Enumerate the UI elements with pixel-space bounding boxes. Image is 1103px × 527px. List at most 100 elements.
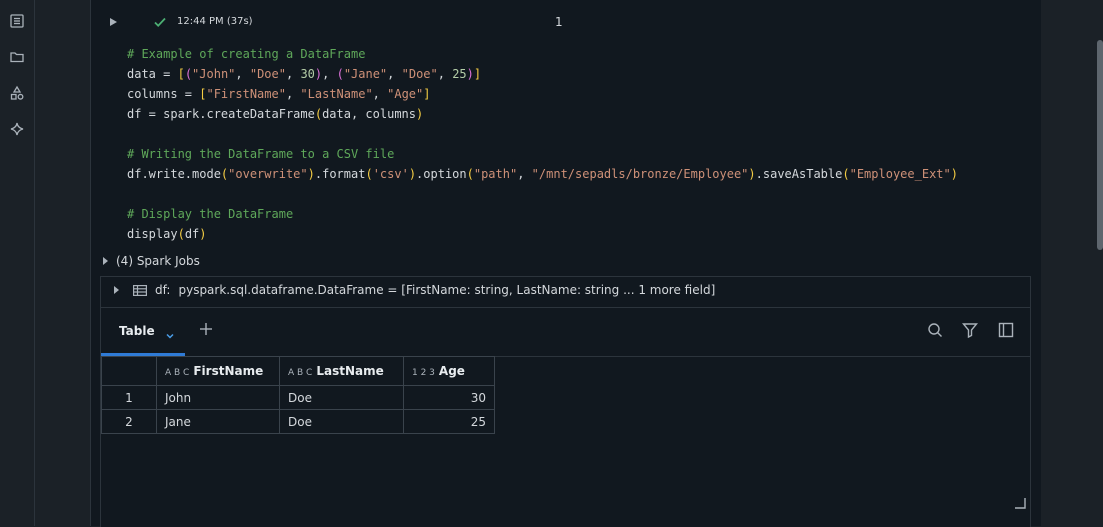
code-token: ) <box>416 107 424 121</box>
table-of-contents-icon[interactable] <box>6 10 28 32</box>
cell-gutter <box>35 0 90 526</box>
table-icon <box>133 284 148 296</box>
code-token: data, columns <box>322 107 416 121</box>
code-token: ( <box>314 107 323 121</box>
code-line[interactable] <box>127 184 958 204</box>
code-token: ( <box>466 167 474 181</box>
table-header-row: A B C FirstName A B C LastName 1 2 3 Age <box>101 356 495 386</box>
code-comment: # Writing the DataFrame to a CSV file <box>127 147 395 161</box>
results-table: A B C FirstName A B C LastName 1 2 3 Age 1 … <box>101 356 495 434</box>
folder-icon[interactable] <box>6 46 28 68</box>
code-token: ( <box>177 227 185 241</box>
code-token: df.write.mode <box>127 167 221 181</box>
code-token: ( <box>184 67 193 81</box>
tab-table-label: Table <box>119 324 155 338</box>
column-header-firstname[interactable]: A B C FirstName <box>156 356 280 386</box>
code-token: "Age" <box>387 87 424 101</box>
filter-icon[interactable] <box>962 322 980 340</box>
code-line[interactable]: # Display the DataFrame <box>127 204 958 224</box>
table-row[interactable]: 2 Jane Doe 25 <box>101 409 495 434</box>
spark-jobs-toggle[interactable]: (4) Spark Jobs <box>103 254 200 268</box>
code-token: ] <box>423 87 431 101</box>
column-header-lastname[interactable]: A B C LastName <box>279 356 404 386</box>
code-line[interactable]: df = spark.createDataFrame(data, columns… <box>127 104 958 124</box>
code-token: columns = <box>127 87 200 101</box>
cell-firstname[interactable]: Jane <box>156 409 280 434</box>
code-token: df <box>184 227 200 241</box>
vertical-scrollbar[interactable] <box>1097 40 1103 250</box>
add-visualization-button[interactable] <box>199 321 217 339</box>
cell-run-time: 12:44 PM (37s) <box>177 16 253 27</box>
success-check-icon <box>153 14 169 30</box>
code-token: ) <box>748 167 756 181</box>
code-token: ( <box>336 67 344 81</box>
string-type-icon: A B C <box>288 368 313 378</box>
panel-layout-icon[interactable] <box>998 322 1016 340</box>
code-token: data = <box>127 67 178 81</box>
cell-age[interactable]: 25 <box>403 409 495 434</box>
code-token: 25 <box>452 67 467 81</box>
code-editor[interactable]: # Example of creating a DataFrame data = … <box>127 44 958 244</box>
dataframe-schema-row[interactable]: df: pyspark.sql.dataframe.DataFrame = [F… <box>114 283 715 297</box>
assistant-sparkle-icon[interactable] <box>6 118 28 140</box>
code-token: "Doe" <box>249 67 286 81</box>
code-token: ) <box>466 67 474 81</box>
code-token: , <box>235 67 250 81</box>
spark-jobs-label: (4) Spark Jobs <box>116 254 200 268</box>
resize-handle-icon[interactable] <box>1014 494 1026 509</box>
code-token: "Jane" <box>343 67 388 81</box>
cell-firstname[interactable]: John <box>156 385 280 410</box>
code-line[interactable] <box>127 124 958 144</box>
cell-lastname[interactable]: Doe <box>279 385 404 410</box>
code-token: "/mnt/sepadls/bronze/Employee" <box>531 167 749 181</box>
code-token: .option <box>416 167 467 181</box>
cell-lastname[interactable]: Doe <box>279 409 404 434</box>
column-header-age[interactable]: 1 2 3 Age <box>403 356 495 386</box>
code-token: df = spark.createDataFrame <box>127 107 315 121</box>
number-type-icon: 1 2 3 <box>412 368 435 378</box>
code-token: "overwrite" <box>228 167 308 181</box>
code-token: , <box>387 67 402 81</box>
search-icon[interactable] <box>927 322 945 340</box>
code-line[interactable]: columns = ["FirstName", "LastName", "Age… <box>127 84 958 104</box>
code-token: , <box>322 67 337 81</box>
code-token: ) <box>307 167 315 181</box>
run-cell-button[interactable] <box>105 14 121 30</box>
shapes-icon[interactable] <box>6 82 28 104</box>
code-line[interactable]: # Writing the DataFrame to a CSV file <box>127 144 958 164</box>
output-tab-bar: Table <box>101 307 1030 357</box>
right-margin <box>1041 0 1103 526</box>
code-token: "Doe" <box>401 67 438 81</box>
code-line[interactable]: data = [("John", "Doe", 30), ("Jane", "D… <box>127 64 958 84</box>
row-index: 2 <box>101 409 157 434</box>
code-token: display <box>127 227 178 241</box>
code-line[interactable]: df.write.mode("overwrite").format('csv')… <box>127 164 958 184</box>
code-token: , <box>437 67 453 81</box>
code-token: ( <box>365 167 373 181</box>
code-token: ( <box>842 167 850 181</box>
code-line[interactable]: # Example of creating a DataFrame <box>127 44 958 64</box>
expand-caret-icon <box>103 257 108 265</box>
cell-age[interactable]: 30 <box>403 385 495 410</box>
left-sidebar <box>0 0 35 526</box>
code-line[interactable]: display(df) <box>127 224 958 244</box>
code-token: ) <box>199 227 207 241</box>
row-index-header <box>101 356 157 386</box>
code-token: ) <box>408 167 417 181</box>
code-token: , <box>517 167 532 181</box>
table-row[interactable]: 1 John Doe 30 <box>101 385 495 410</box>
code-token: , <box>285 87 301 101</box>
cell-number: 1 <box>555 15 563 29</box>
string-type-icon: A B C <box>165 368 190 378</box>
code-token: "LastName" <box>300 87 373 101</box>
tab-table[interactable]: Table <box>101 308 185 356</box>
code-token: "John" <box>192 67 236 81</box>
code-token: 'csv' <box>372 167 409 181</box>
expand-caret-icon[interactable] <box>114 286 119 294</box>
code-token: , <box>285 67 301 81</box>
chevron-down-icon[interactable] <box>165 326 175 339</box>
code-token: .format <box>314 167 366 181</box>
code-token: "Employee_Ext" <box>849 167 951 181</box>
code-token: .saveAsTable <box>755 167 843 181</box>
code-token: "FirstName" <box>206 87 286 101</box>
